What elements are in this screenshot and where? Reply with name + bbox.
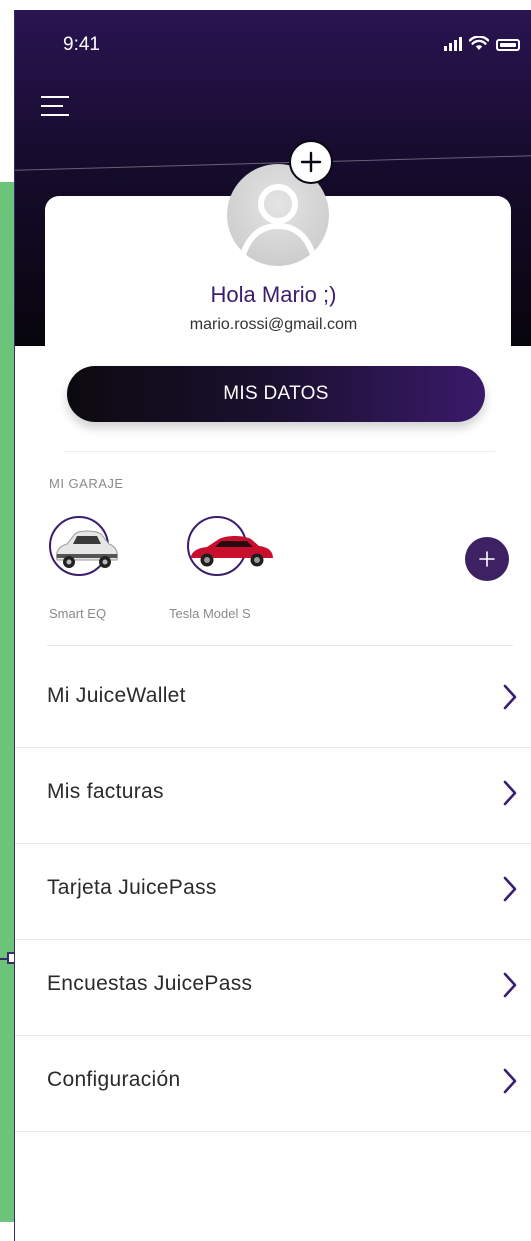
my-data-button[interactable]: MIS DATOS [67,366,485,422]
garage-car-label: Tesla Model S [169,606,251,621]
garage-car-smart[interactable] [49,516,118,576]
chevron-right-icon [503,780,517,806]
menu-item-juicewallet[interactable]: Mi JuiceWallet [15,652,531,748]
user-email: mario.rossi@gmail.com [189,316,358,333]
status-bar: 9:41 [15,10,531,70]
phone-screen: 9:41 Hola Mario ;) mario.rossi@gmail.com… [14,10,531,1241]
menu-item-label: Encuestas JuicePass [47,972,253,995]
status-icons [444,36,520,51]
garage-section-title: MI GARAJE [49,476,124,491]
plus-icon [479,551,495,567]
garage-car-label: Smart EQ [49,606,107,621]
chevron-right-icon [503,876,517,902]
menu-item-label: Tarjeta JuicePass [47,876,217,899]
menu-item-tarjeta-juicepass[interactable]: Tarjeta JuicePass [15,844,531,940]
add-car-button[interactable] [465,537,509,581]
add-photo-button[interactable] [289,140,333,184]
menu-item-encuestas-juicepass[interactable]: Encuestas JuicePass [15,940,531,1036]
account-menu-list: Mi JuiceWallet Mis facturas Tarjeta Juic… [15,652,531,1132]
divider [47,645,513,646]
chevron-right-icon [503,1068,517,1094]
chevron-right-icon [503,684,517,710]
app-canvas: 9:41 Hola Mario ;) mario.rossi@gmail.com… [0,0,531,1241]
cellular-signal-icon [444,37,462,51]
plus-icon [300,151,322,173]
greeting-text: Hola Mario ;) [210,282,337,307]
status-time: 9:41 [63,34,100,55]
divider [63,451,495,452]
menu-item-facturas[interactable]: Mis facturas [15,748,531,844]
tesla-car-icon [191,536,273,567]
chevron-right-icon [503,972,517,998]
menu-item-configuracion[interactable]: Configuración [15,1036,531,1132]
wifi-icon [469,36,489,50]
side-annotation-strip [0,182,14,1222]
menu-item-label: Configuración [47,1068,181,1091]
hamburger-menu-icon[interactable] [41,96,71,116]
battery-icon [496,39,520,51]
menu-item-label: Mis facturas [47,780,164,803]
smart-car-icon [56,530,118,568]
garage-car-tesla[interactable] [187,516,273,576]
menu-item-label: Mi JuiceWallet [47,684,186,707]
